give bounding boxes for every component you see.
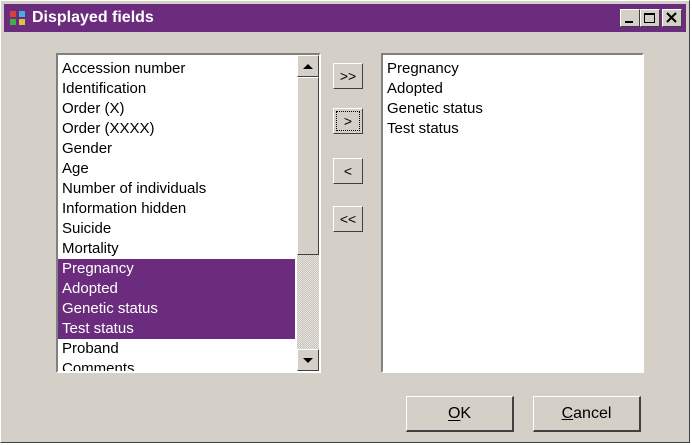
- available-field-item[interactable]: Gender: [58, 139, 295, 159]
- displayed-fields-dialog: Displayed fields Accession number Identif…: [0, 0, 690, 443]
- scroll-thumb[interactable]: [297, 77, 319, 255]
- available-field-item[interactable]: Suicide: [58, 219, 295, 239]
- ok-button[interactable]: OK: [406, 396, 514, 432]
- displayed-field-item[interactable]: Genetic status: [383, 99, 642, 119]
- add-all-button[interactable]: >>: [333, 63, 363, 89]
- available-field-item[interactable]: Order (X): [58, 99, 295, 119]
- cancel-button[interactable]: Cancel: [533, 396, 641, 432]
- available-field-item[interactable]: Proband: [58, 339, 295, 359]
- available-field-item[interactable]: Pregnancy: [58, 259, 295, 279]
- available-field-item[interactable]: Number of individuals: [58, 179, 295, 199]
- available-fields-scrollbar[interactable]: [297, 55, 319, 371]
- maximize-icon: [644, 13, 655, 23]
- app-icon: [10, 11, 26, 26]
- remove-button[interactable]: <: [333, 158, 363, 184]
- cancel-button-label: Cancel: [561, 405, 612, 422]
- minimize-button[interactable]: [620, 9, 640, 27]
- available-field-item[interactable]: Accession number: [58, 59, 295, 79]
- scroll-down-button[interactable]: [297, 349, 319, 371]
- available-field-item[interactable]: Age: [58, 159, 295, 179]
- close-button[interactable]: [662, 9, 682, 27]
- displayed-field-item[interactable]: Test status: [383, 119, 642, 139]
- available-field-item[interactable]: Information hidden: [58, 199, 295, 219]
- displayed-fields-items: Pregnancy Adopted Genetic status Test statu…: [383, 59, 642, 139]
- available-field-item[interactable]: Adopted: [58, 279, 295, 299]
- available-field-item[interactable]: Order (XXXX): [58, 119, 295, 139]
- available-field-item[interactable]: Genetic status: [58, 299, 295, 319]
- displayed-field-item[interactable]: Adopted: [383, 79, 642, 99]
- available-fields-items: Accession number Identification Order (X) O…: [58, 59, 295, 371]
- scroll-up-icon: [303, 64, 313, 69]
- available-field-item[interactable]: Mortality: [58, 239, 295, 259]
- remove-all-button[interactable]: <<: [333, 206, 363, 232]
- minimize-icon: [625, 21, 633, 23]
- displayed-field-item[interactable]: Pregnancy: [383, 59, 642, 79]
- ok-button-label: OK: [447, 405, 472, 422]
- available-field-item[interactable]: Test status: [58, 319, 295, 339]
- add-button[interactable]: >: [333, 108, 363, 134]
- available-field-item[interactable]: Identification: [58, 79, 295, 99]
- close-icon: [666, 12, 677, 23]
- scroll-up-button[interactable]: [297, 55, 319, 77]
- maximize-button[interactable]: [640, 9, 660, 27]
- scroll-down-icon: [303, 358, 313, 363]
- title-bar[interactable]: Displayed fields: [4, 4, 686, 32]
- window-title: Displayed fields: [32, 9, 154, 26]
- available-field-item[interactable]: Comments: [58, 359, 295, 371]
- available-fields-list[interactable]: Accession number Identification Order (X) O…: [56, 53, 321, 373]
- displayed-fields-list[interactable]: Pregnancy Adopted Genetic status Test statu…: [381, 53, 644, 373]
